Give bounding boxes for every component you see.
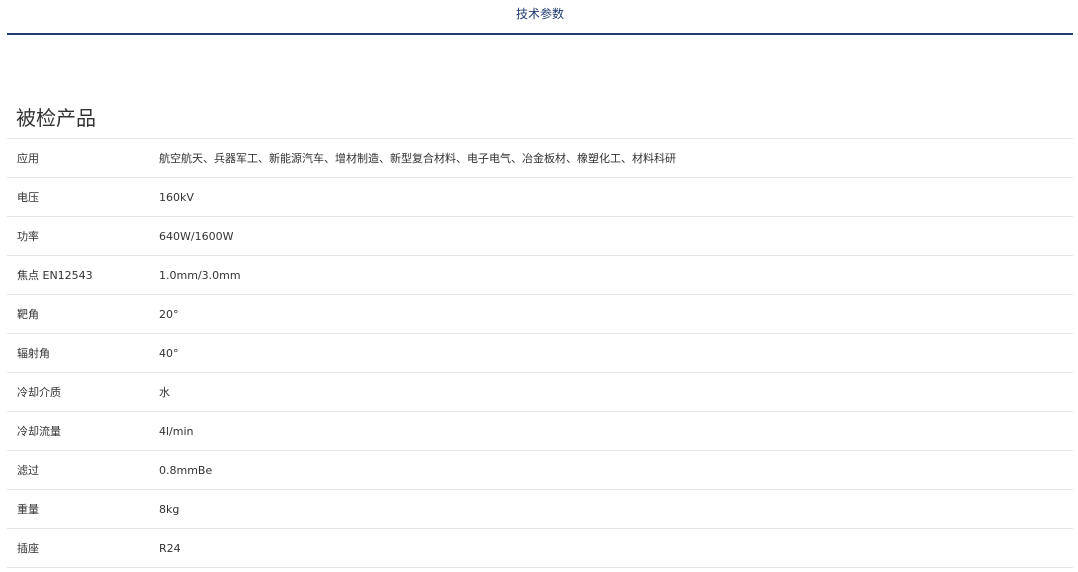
spec-value: 0.8mmBe <box>159 463 213 477</box>
section-title: 被检产品 <box>16 106 96 130</box>
spec-value: 8kg <box>159 502 180 516</box>
spec-value: 40° <box>159 346 179 360</box>
spec-label: 冷却介质 <box>17 386 61 399</box>
spec-row-cooling-flow: 冷却流量 4l/min <box>7 412 1073 451</box>
spec-value: 航空航天、兵器军工、新能源汽车、增材制造、新型复合材料、电子电气、冶金板材、橡塑… <box>159 152 676 165</box>
spec-table: 应用 航空航天、兵器军工、新能源汽车、增材制造、新型复合材料、电子电气、冶金板材… <box>7 138 1073 568</box>
spec-value: 20° <box>159 307 179 321</box>
spec-value: 160kV <box>159 190 194 204</box>
spec-row-weight: 重量 8kg <box>7 490 1073 529</box>
tab-bar: 技术参数 <box>7 0 1073 35</box>
spec-row-filtration: 滤过 0.8mmBe <box>7 451 1073 490</box>
spec-row-voltage: 电压 160kV <box>7 178 1073 217</box>
spec-value: 1.0mm/3.0mm <box>159 268 241 282</box>
spec-row-power: 功率 640W/1600W <box>7 217 1073 256</box>
spec-label: 电压 <box>17 191 39 204</box>
spec-label: 辐射角 <box>17 347 50 360</box>
spec-value: 640W/1600W <box>159 229 234 243</box>
spec-label: 功率 <box>17 230 39 243</box>
spec-row-target-angle: 靶角 20° <box>7 295 1073 334</box>
spec-value: 4l/min <box>159 424 194 438</box>
spec-label: 插座 <box>17 542 39 555</box>
spec-label: 冷却流量 <box>17 425 61 438</box>
spec-label: 焦点 EN12543 <box>17 269 93 282</box>
spec-label: 应用 <box>17 152 39 165</box>
spec-row-focal-spot: 焦点 EN12543 1.0mm/3.0mm <box>7 256 1073 295</box>
spec-label: 滤过 <box>17 464 39 477</box>
spec-label: 重量 <box>17 503 39 516</box>
spec-row-radiation-angle: 辐射角 40° <box>7 334 1073 373</box>
tab-technical-parameters[interactable]: 技术参数 <box>7 5 1073 22</box>
spec-row-application: 应用 航空航天、兵器军工、新能源汽车、增材制造、新型复合材料、电子电气、冶金板材… <box>7 139 1073 178</box>
spec-row-cooling-medium: 冷却介质 水 <box>7 373 1073 412</box>
spec-value: R24 <box>159 541 181 555</box>
spec-row-socket: 插座 R24 <box>7 529 1073 568</box>
spec-value: 水 <box>159 386 170 399</box>
spec-label: 靶角 <box>17 308 39 321</box>
